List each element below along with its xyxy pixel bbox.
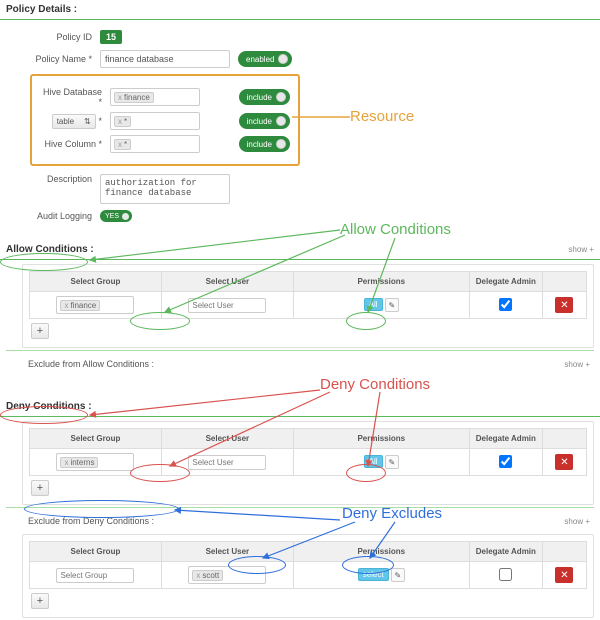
toggle-knob-icon (276, 92, 286, 102)
delegate-admin-checkbox[interactable] (499, 455, 512, 468)
allow-conditions-header: Allow Conditions : show + (0, 240, 600, 260)
user-input[interactable]: x scott (188, 566, 266, 584)
exclude-from-deny-label: Exclude from Deny Conditions : (28, 516, 154, 526)
hive-database-input[interactable]: x finance (110, 88, 200, 106)
col-select-group: Select Group (30, 542, 162, 562)
audit-logging-toggle[interactable]: YES (100, 210, 132, 222)
policy-details-header: Policy Details : (0, 0, 600, 20)
user-input[interactable] (188, 298, 266, 313)
enabled-toggle-label: enabled (246, 55, 274, 64)
group-input[interactable]: x finance (56, 296, 134, 314)
allow-conditions-table: Select Group Select User Permissions Del… (29, 271, 587, 319)
table-row: x finance All ✎ ✕ (30, 292, 587, 319)
user-input[interactable] (188, 455, 266, 470)
scope-select[interactable]: table ⇅ (52, 114, 96, 129)
permission-chip: All (364, 298, 383, 311)
group-input[interactable] (56, 568, 134, 583)
delete-row-button[interactable]: ✕ (555, 297, 573, 313)
include-toggle[interactable]: include (239, 113, 290, 129)
group-input[interactable]: x interns (56, 453, 134, 471)
table-row: x scott select ✎ ✕ (30, 562, 587, 589)
allow-conditions-label: Allow Conditions : (6, 244, 94, 255)
scope-input[interactable]: x * (110, 112, 200, 130)
audit-logging-label: Audit Logging (10, 211, 100, 221)
deny-conditions-table: Select Group Select User Permissions Del… (29, 428, 587, 476)
exclude-from-deny-table: Select Group Select User Permissions Del… (29, 541, 587, 589)
exclude-from-deny-header: Exclude from Deny Conditions : show + (0, 510, 600, 530)
hive-column-tag[interactable]: x * (114, 139, 131, 150)
resource-box: Hive Database * x finance include table (30, 74, 300, 166)
col-delegate-admin: Delegate Admin (469, 542, 542, 562)
col-select-group: Select Group (30, 272, 162, 292)
toggle-knob-icon (278, 54, 288, 64)
hive-column-input[interactable]: x * (110, 135, 200, 153)
delete-row-button[interactable]: ✕ (555, 567, 573, 583)
group-tag[interactable]: x finance (60, 300, 100, 311)
deny-conditions-header: Deny Conditions : (0, 397, 600, 417)
policy-id-badge: 15 (100, 30, 122, 44)
deny-conditions-label: Deny Conditions : (6, 401, 92, 412)
user-tag[interactable]: x scott (192, 570, 223, 581)
hive-database-tag[interactable]: x finance (114, 92, 154, 103)
hive-database-label: Hive Database * (40, 87, 110, 107)
col-delegate-admin: Delegate Admin (469, 429, 542, 449)
include-toggle[interactable]: include (239, 89, 290, 105)
col-permissions: Permissions (293, 429, 469, 449)
hive-column-label: Hive Column * (40, 139, 110, 149)
edit-permissions-button[interactable]: ✎ (391, 568, 405, 582)
annotation-deny: Deny Conditions (320, 376, 430, 393)
enabled-toggle[interactable]: enabled (238, 51, 292, 67)
policy-form: Policy ID 15 Policy Name * enabled Hive … (0, 20, 600, 236)
edit-permissions-button[interactable]: ✎ (385, 298, 399, 312)
col-permissions: Permissions (293, 542, 469, 562)
description-label: Description (10, 174, 100, 184)
group-tag[interactable]: x interns (60, 457, 98, 468)
col-select-group: Select Group (30, 429, 162, 449)
show-toggle[interactable]: show + (568, 245, 594, 254)
policy-name-label: Policy Name * (10, 54, 100, 64)
col-select-user: Select User (161, 429, 293, 449)
policy-id-label: Policy ID (10, 32, 100, 42)
include-toggle[interactable]: include (239, 136, 290, 152)
permission-chip: All (364, 455, 383, 468)
remove-icon[interactable]: x (196, 571, 200, 580)
deny-conditions-panel: Select Group Select User Permissions Del… (22, 421, 594, 505)
policy-name-input[interactable] (100, 50, 230, 68)
exclude-from-allow-label: Exclude from Allow Conditions : (28, 359, 154, 369)
toggle-knob-icon (122, 213, 129, 220)
remove-icon[interactable]: x (64, 458, 68, 467)
remove-icon[interactable]: x (118, 140, 122, 149)
col-select-user: Select User (161, 542, 293, 562)
col-select-user: Select User (161, 272, 293, 292)
allow-conditions-panel: Select Group Select User Permissions Del… (22, 264, 594, 348)
delegate-admin-checkbox[interactable] (499, 298, 512, 311)
scope-tag[interactable]: x * (114, 116, 131, 127)
remove-icon[interactable]: x (118, 117, 122, 126)
add-row-button[interactable]: + (31, 480, 49, 496)
add-row-button[interactable]: + (31, 323, 49, 339)
add-row-button[interactable]: + (31, 593, 49, 609)
edit-permissions-button[interactable]: ✎ (385, 455, 399, 469)
remove-icon[interactable]: x (64, 301, 68, 310)
permission-chip: select (358, 568, 389, 581)
remove-icon[interactable]: x (118, 93, 122, 102)
delete-row-button[interactable]: ✕ (555, 454, 573, 470)
delegate-admin-checkbox[interactable] (499, 568, 512, 581)
col-permissions: Permissions (293, 272, 469, 292)
show-toggle[interactable]: show + (564, 360, 590, 369)
show-toggle[interactable]: show + (564, 517, 590, 526)
updown-icon: ⇅ (84, 117, 91, 126)
toggle-knob-icon (276, 139, 286, 149)
exclude-from-allow-header: Exclude from Allow Conditions : show + (0, 353, 600, 373)
toggle-knob-icon (276, 116, 286, 126)
table-row: x interns All ✎ ✕ (30, 449, 587, 476)
description-input[interactable]: authorization for finance database (100, 174, 230, 204)
col-delegate-admin: Delegate Admin (469, 272, 542, 292)
exclude-from-deny-panel: Select Group Select User Permissions Del… (22, 534, 594, 618)
